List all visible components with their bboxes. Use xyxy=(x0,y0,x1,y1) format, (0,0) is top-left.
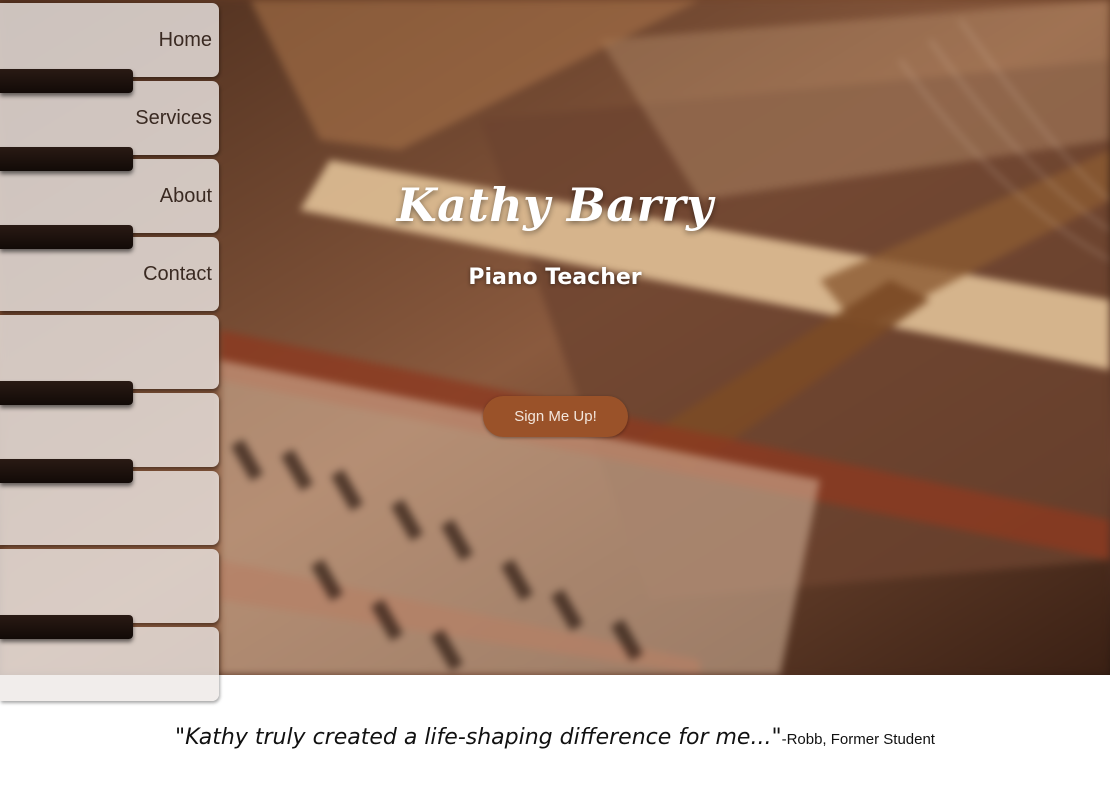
decorative-black-key xyxy=(0,615,133,639)
decorative-white-key xyxy=(0,549,219,623)
decorative-black-key xyxy=(0,69,133,93)
decorative-white-key xyxy=(0,315,219,389)
sign-me-up-button[interactable]: Sign Me Up! xyxy=(483,396,628,437)
testimonial-author: -Robb, Former Student xyxy=(781,731,935,748)
decorative-black-key xyxy=(0,225,133,249)
piano-key-nav: Home Services About Contact xyxy=(0,0,219,701)
testimonial: "Kathy truly created a life-shaping diff… xyxy=(0,725,1110,750)
testimonial-quote: "Kathy truly created a life-shaping diff… xyxy=(175,725,782,750)
decorative-black-key xyxy=(0,381,133,405)
decorative-black-key xyxy=(0,147,133,171)
nav-item-home[interactable]: Home xyxy=(0,3,219,77)
nav-item-label: Services xyxy=(135,107,212,129)
nav-item-label: Contact xyxy=(143,263,212,285)
nav-item-label: About xyxy=(159,185,212,207)
decorative-black-key xyxy=(0,459,133,483)
nav-item-label: Home xyxy=(158,29,212,51)
